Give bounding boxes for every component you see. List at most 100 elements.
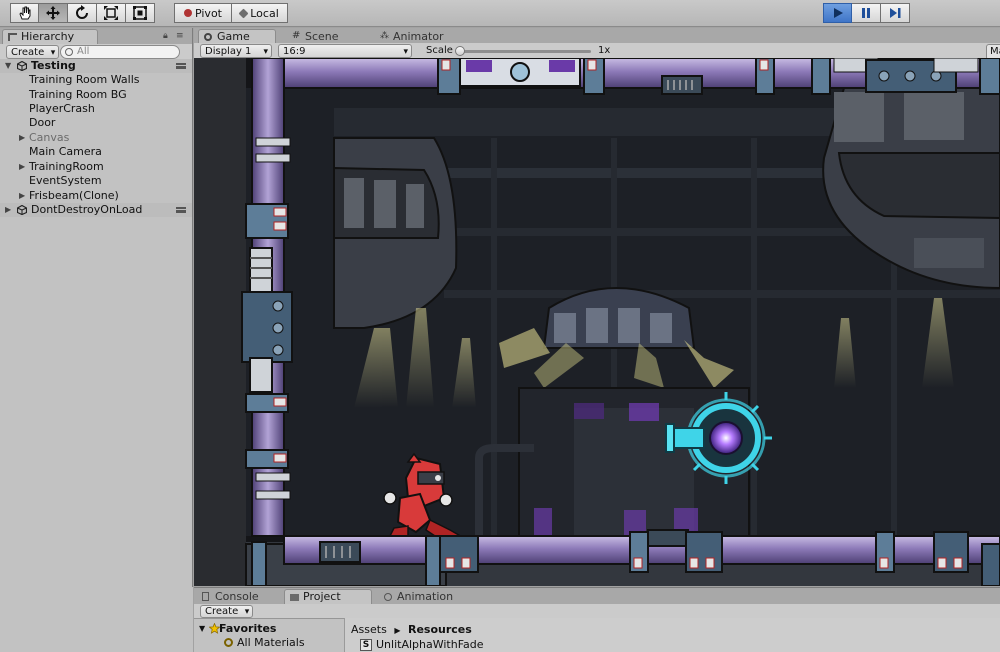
hierarchy-item[interactable]: Training Room Walls	[0, 73, 192, 87]
pivot-mode-group: Pivot Local	[174, 3, 288, 23]
tab-project[interactable]: Project	[284, 589, 372, 604]
step-button[interactable]	[881, 3, 910, 23]
scene-row-dontdestroyonload[interactable]: ▶ DontDestroyOnLoad	[0, 203, 192, 217]
breadcrumb-current[interactable]: Resources	[408, 623, 472, 636]
display-value: Display 1	[205, 46, 252, 57]
create-label: Create	[11, 47, 45, 58]
shader-file-icon: S	[360, 639, 372, 651]
tab-hierarchy[interactable]: Hierarchy	[2, 29, 98, 44]
expand-arrow-icon[interactable]: ▶	[19, 131, 25, 145]
animator-icon: ⁂	[380, 31, 389, 41]
scene-row-testing[interactable]: ▼ Testing	[0, 59, 192, 73]
play-button[interactable]	[823, 3, 852, 23]
tab-animation[interactable]: Animation	[378, 589, 468, 604]
bottom-tabbar: Console Project Animation	[194, 588, 1000, 604]
panel-menu-icon[interactable]: ≡	[176, 31, 184, 41]
breadcrumb-root[interactable]: Assets	[351, 623, 387, 636]
hierarchy-icon	[8, 33, 17, 41]
pivot-toggle-button[interactable]: Pivot	[174, 3, 232, 23]
hierarchy-tabbar: Hierarchy 🔒︎ ≡	[0, 28, 192, 44]
animation-tab-label: Animation	[397, 590, 454, 603]
lock-icon[interactable]: 🔒︎	[163, 31, 168, 41]
aspect-dropdown[interactable]: 16:9	[278, 44, 412, 59]
project-create-dropdown[interactable]: Create	[200, 605, 254, 618]
scale-slider-handle[interactable]	[455, 46, 465, 56]
hierarchy-tab-label: Hierarchy	[21, 30, 75, 43]
expand-arrow-icon[interactable]: ▼	[199, 622, 205, 636]
scene-tab-label: Scene	[305, 30, 339, 43]
scene-name: Testing	[31, 59, 76, 72]
pivot-label: Pivot	[194, 6, 222, 20]
game-icon	[204, 33, 212, 41]
move-icon	[46, 6, 60, 20]
star-icon	[209, 623, 220, 634]
editor-tabbar: Game # Scene ⁂ Animator	[194, 28, 1000, 44]
expand-arrow-icon[interactable]: ▶	[19, 189, 25, 203]
local-icon	[238, 8, 249, 18]
hierarchy-item-label: Frisbeam(Clone)	[29, 189, 119, 202]
hierarchy-item-label: Training Room Walls	[29, 73, 140, 86]
hand-icon	[18, 6, 30, 20]
rotate-icon	[76, 5, 88, 19]
game-viewport[interactable]	[194, 58, 1000, 586]
favorites-tree: ▼ Favorites All Materials	[197, 622, 342, 650]
scene-menu-icon[interactable]	[176, 63, 186, 69]
pause-button[interactable]	[852, 3, 881, 23]
game-scene-render	[194, 58, 1000, 586]
aspect-value: 16:9	[283, 46, 306, 57]
asset-file-item[interactable]: S UnlitAlphaWithFade	[360, 638, 484, 651]
rotate-tool-button[interactable]	[68, 3, 97, 23]
transform-tools	[10, 3, 155, 23]
hierarchy-item[interactable]: ▶ TrainingRoom	[0, 160, 192, 174]
pipe-floor-horizontal	[245, 529, 1000, 586]
scale-tool-button[interactable]	[97, 3, 126, 23]
favorites-header[interactable]: ▼ Favorites	[197, 622, 342, 636]
hierarchy-toolbar: Create All	[0, 44, 192, 60]
console-tab-label: Console	[215, 590, 259, 603]
expand-arrow-icon[interactable]: ▶	[19, 160, 25, 174]
hierarchy-item[interactable]: ▶ Frisbeam(Clone)	[0, 189, 192, 203]
animation-clock-icon	[384, 593, 392, 601]
hierarchy-item[interactable]: Main Camera	[0, 145, 192, 159]
tab-scene[interactable]: # Scene	[286, 29, 362, 44]
search-filter-icon	[224, 638, 233, 647]
hierarchy-item[interactable]: PlayerCrash	[0, 102, 192, 116]
favorites-item[interactable]: All Materials	[197, 636, 342, 650]
asset-file-name: UnlitAlphaWithFade	[376, 638, 484, 651]
scale-value: 1x	[598, 45, 611, 56]
hierarchy-item-label: EventSystem	[29, 174, 102, 187]
hierarchy-create-dropdown[interactable]: Create	[6, 45, 60, 60]
display-dropdown[interactable]: Display 1	[200, 44, 272, 59]
project-toolbar: Create	[194, 604, 1000, 619]
project-panel: Console Project Animation Create ▼ Favor…	[194, 587, 1000, 652]
tab-console[interactable]: Console	[196, 589, 278, 604]
expand-arrow-icon[interactable]: ▼	[5, 59, 11, 73]
hierarchy-item-label: Canvas	[29, 131, 70, 144]
hierarchy-search-input[interactable]: All	[60, 45, 180, 59]
hierarchy-item-label: Training Room BG	[29, 88, 127, 101]
expand-arrow-icon[interactable]: ▶	[5, 203, 11, 217]
rect-tool-button[interactable]	[126, 3, 155, 23]
scene-name: DontDestroyOnLoad	[31, 203, 143, 216]
scene-menu-icon[interactable]	[176, 207, 186, 213]
left-wall	[194, 58, 246, 586]
scale-icon	[104, 6, 118, 20]
bottom-left-spacer	[0, 587, 193, 652]
move-tool-button[interactable]	[39, 3, 68, 23]
hierarchy-item[interactable]: Door	[0, 116, 192, 130]
rect-icon	[133, 6, 147, 20]
scale-slider-track[interactable]	[459, 50, 591, 53]
hierarchy-item[interactable]: Training Room BG	[0, 88, 192, 102]
game-view-toolbar: Display 1 16:9 Scale 1x Ma	[194, 43, 1000, 60]
hierarchy-item[interactable]: EventSystem	[0, 174, 192, 188]
hand-tool-button[interactable]	[10, 3, 39, 23]
local-toggle-button[interactable]: Local	[232, 3, 288, 23]
tab-animator[interactable]: ⁂ Animator	[374, 29, 466, 44]
pause-icon	[862, 8, 870, 18]
hierarchy-item[interactable]: ▶ Canvas	[0, 131, 192, 145]
play-controls	[823, 3, 910, 23]
tab-game[interactable]: Game	[198, 29, 276, 44]
search-icon	[65, 48, 73, 56]
unity-scene-icon	[17, 61, 27, 71]
scale-label: Scale	[426, 45, 453, 56]
